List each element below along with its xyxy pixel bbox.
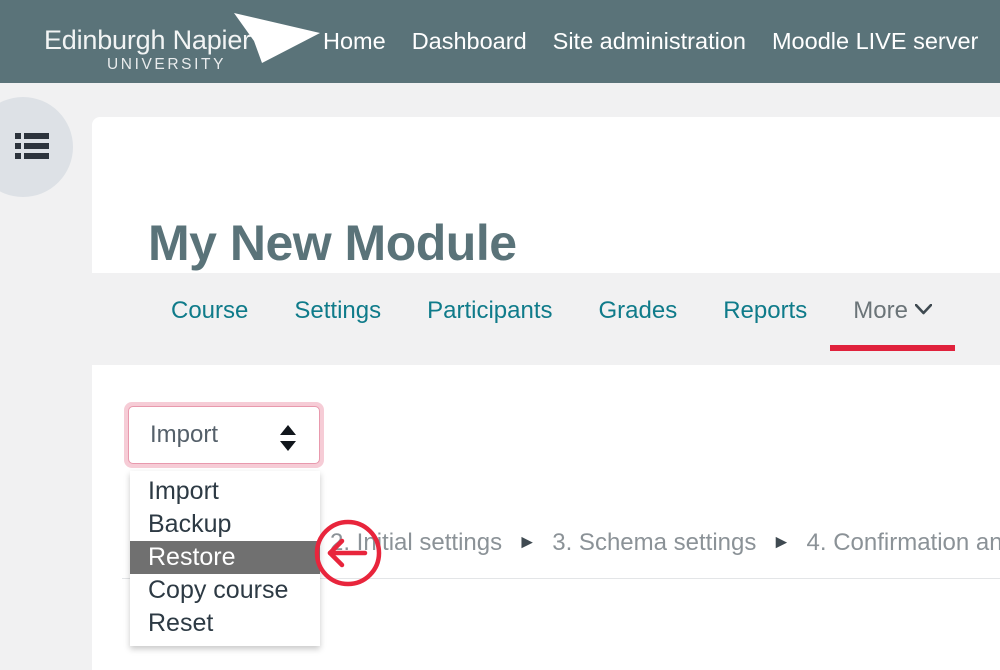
tab-participants[interactable]: Participants (404, 275, 575, 351)
chevron-down-icon (914, 304, 932, 315)
option-reset[interactable]: Reset (130, 607, 320, 640)
brand-subtitle: UNIVERSITY (107, 55, 227, 73)
option-restore[interactable]: Restore (130, 541, 320, 574)
course-action-select-box[interactable]: Import (128, 406, 320, 464)
step-confirmation: 4. Confirmation an (806, 529, 1000, 556)
course-action-select[interactable]: Import (124, 402, 324, 468)
course-tabs: Course Settings Participants Grades Repo… (148, 275, 955, 363)
tab-more[interactable]: More (830, 275, 955, 351)
up-down-chevron-icon (280, 425, 296, 451)
step-separator-icon: ► (772, 532, 791, 553)
drawer-toggle-button[interactable] (0, 97, 73, 197)
list-menu-icon (15, 133, 49, 159)
tab-more-label: More (853, 297, 908, 324)
option-import[interactable]: Import (130, 475, 320, 508)
triangle-logo-icon (234, 12, 320, 63)
page-title: My New Module (148, 214, 517, 271)
restore-steps-breadcrumb: 2. Initial settings ► 3. Schema settings… (330, 529, 1000, 557)
nav-link-home[interactable]: Home (323, 28, 386, 55)
course-action-option-list[interactable]: Import Backup Restore Copy course Reset (130, 471, 320, 646)
course-action-select-value: Import (150, 421, 219, 448)
option-copy-course[interactable]: Copy course (130, 574, 320, 607)
step-initial-settings: 2. Initial settings (330, 529, 503, 556)
brand-name: Edinburgh Napier (44, 24, 251, 55)
nav-link-site-administration[interactable]: Site administration (553, 28, 746, 55)
top-navbar: Edinburgh Napier UNIVERSITY Home Dashboa… (0, 0, 1000, 83)
option-backup[interactable]: Backup (130, 508, 320, 541)
tab-grades[interactable]: Grades (575, 275, 700, 351)
course-header-card: My New Module (92, 117, 1000, 273)
tab-reports[interactable]: Reports (700, 275, 830, 351)
tab-settings[interactable]: Settings (271, 275, 404, 351)
tab-course[interactable]: Course (148, 275, 271, 351)
nav-link-dashboard[interactable]: Dashboard (412, 28, 527, 55)
step-schema-settings: 3. Schema settings (552, 529, 757, 556)
nav-link-moodle-live-server[interactable]: Moodle LIVE server (772, 28, 978, 55)
primary-nav: Home Dashboard Site administration Moodl… (323, 28, 978, 55)
step-separator-icon: ► (517, 532, 537, 553)
site-logo[interactable]: Edinburgh Napier UNIVERSITY (40, 6, 320, 78)
course-tabs-strip: Course Settings Participants Grades Repo… (92, 275, 1000, 363)
